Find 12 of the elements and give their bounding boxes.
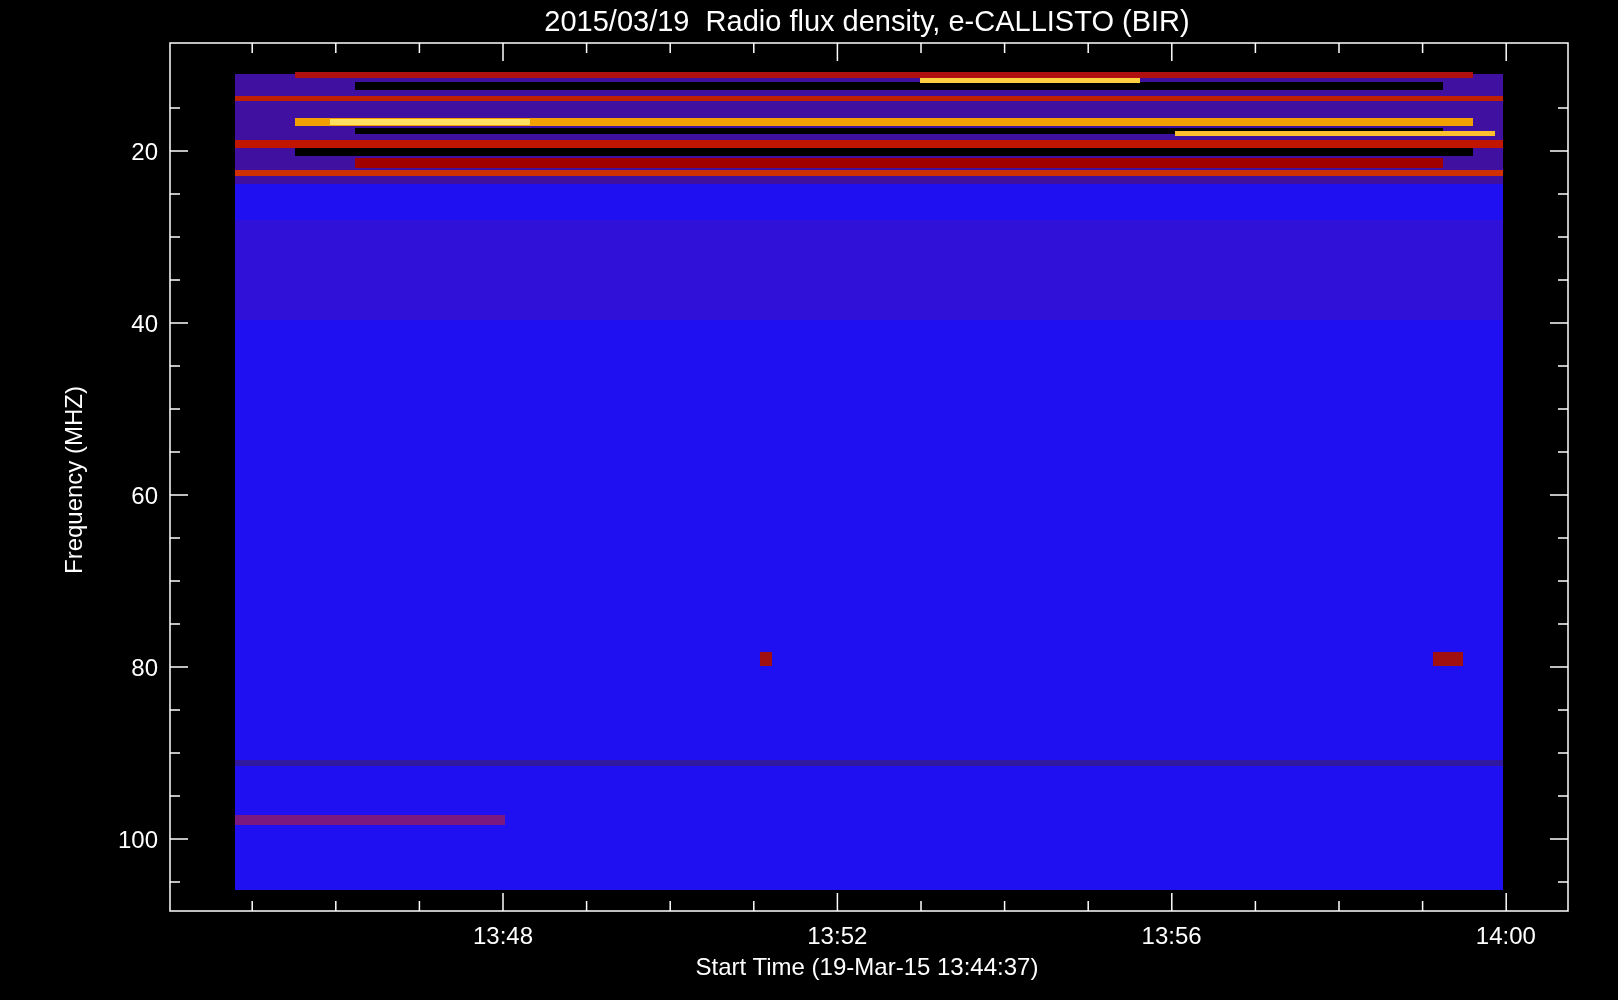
chart-title: 2015/03/19 Radio flux density, e-CALLISTO (BIR): [544, 5, 1190, 37]
x-tick-label: 13:56: [1141, 922, 1202, 949]
x-tick-label: 14:00: [1475, 922, 1536, 949]
x-tick-label: 13:48: [472, 922, 534, 949]
y-tick-label: 100: [117, 826, 158, 853]
y-tick-label: 40: [131, 310, 158, 337]
y-axis-label: Frequency (MHZ): [60, 386, 87, 574]
x-tick-label: 13:52: [807, 922, 868, 949]
y-tick-label: 20: [131, 138, 158, 165]
x-axis-label: Start Time (19-Mar-15 13:44:37): [695, 953, 1039, 980]
y-tick-label: 60: [131, 482, 158, 509]
y-tick-label: 80: [131, 654, 158, 681]
